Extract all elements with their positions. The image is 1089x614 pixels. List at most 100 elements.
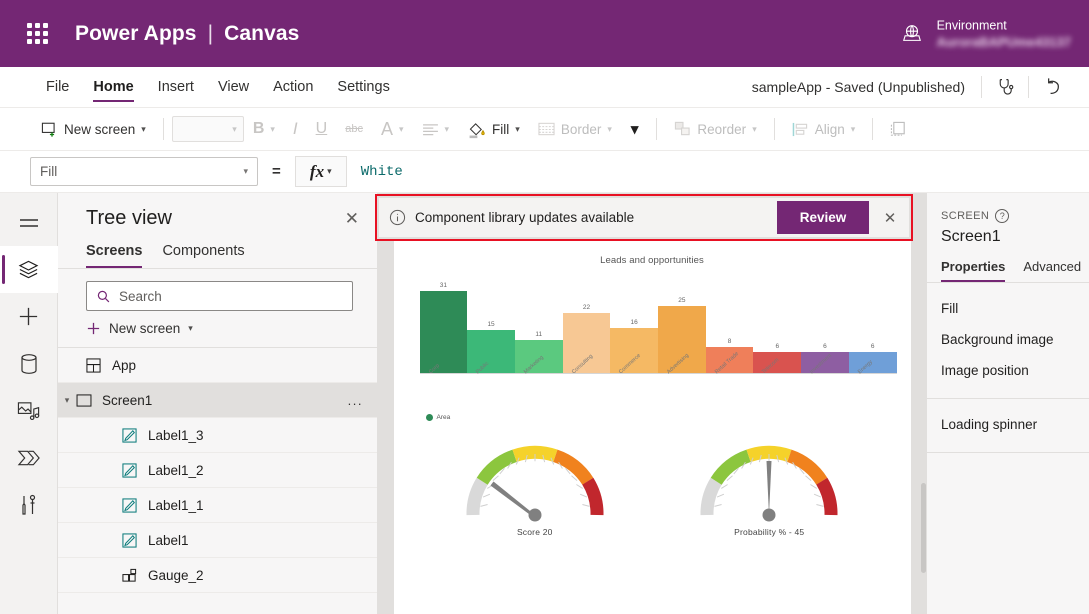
tree-item-screen1[interactable]: ▾ Screen1 ... xyxy=(58,383,377,418)
property-image-position[interactable]: Image position xyxy=(927,355,1089,386)
bold-button[interactable]: B ▾ xyxy=(244,114,284,144)
chevron-down-icon: ▾ xyxy=(444,123,450,134)
chevron-down-icon: ▾ xyxy=(327,166,332,176)
review-button[interactable]: Review xyxy=(777,201,869,234)
new-screen-tree-button[interactable]: New screen ▾ xyxy=(58,311,377,348)
label-icon xyxy=(122,427,148,443)
new-screen-button[interactable]: New screen ▾ xyxy=(32,114,155,144)
menu-item-file[interactable]: File xyxy=(34,67,81,107)
tab-screens[interactable]: Screens xyxy=(86,238,143,268)
app-checker-stethoscope-icon[interactable] xyxy=(982,70,1028,104)
property-background-image[interactable]: Background image xyxy=(927,324,1089,355)
text-align-button[interactable]: ▾ xyxy=(413,114,459,144)
canvas-scrollbar[interactable] xyxy=(921,483,926,573)
tree-item-overflow-button[interactable]: ... xyxy=(348,393,363,408)
canvas-area: Leads and opportunities 31 15 11 22 16 25 8 6 6 6… xyxy=(378,193,926,614)
tree-view-list: App ▾ Screen1 ... Label1_3 Label1_2 Labe… xyxy=(58,348,377,614)
toolbar-overflow-chevron-down-icon[interactable]: ▾ xyxy=(621,120,649,138)
studio-body: Tree view ✕ Screens Components Search Ne… xyxy=(0,193,1089,614)
property-select[interactable]: Fill ▾ xyxy=(30,157,258,186)
tree-view-panel: Tree view ✕ Screens Components Search Ne… xyxy=(58,193,378,614)
brand-name: Power Apps xyxy=(75,21,197,45)
properties-control-name: Screen1 xyxy=(941,228,1001,245)
tree-view-layers-icon[interactable] xyxy=(0,246,58,293)
environment-picker[interactable]: Environment AuroraBAPUme43137 xyxy=(901,18,1071,49)
tab-properties[interactable]: Properties xyxy=(941,256,1006,282)
menu-item-insert[interactable]: Insert xyxy=(146,67,206,107)
globe-icon xyxy=(901,23,923,45)
font-size-select[interactable]: ▾ xyxy=(171,116,244,142)
brand-title[interactable]: Power Apps | Canvas xyxy=(75,22,299,46)
search-input[interactable]: Search xyxy=(86,281,353,311)
tab-advanced[interactable]: Advanced xyxy=(1023,256,1081,282)
new-screen-label: New screen xyxy=(64,121,136,137)
close-icon[interactable]: ✕ xyxy=(345,210,359,227)
chevron-down-icon: ▾ xyxy=(270,123,275,134)
tree-item-app[interactable]: App xyxy=(58,348,377,383)
gauge-score[interactable]: Score 20 xyxy=(450,435,620,537)
notification-banner: Component library updates available Revi… xyxy=(378,197,910,238)
variables-tools-icon[interactable] xyxy=(0,481,58,528)
bar-value-label: 31 xyxy=(439,282,447,289)
property-loading-spinner[interactable]: Loading spinner xyxy=(927,409,1089,440)
search-placeholder: Search xyxy=(119,288,162,304)
chevron-down-icon: ▾ xyxy=(243,166,248,176)
properties-group-appearance: Fill Background image Image position xyxy=(927,283,1089,399)
bold-label: B xyxy=(252,120,265,137)
label-icon xyxy=(122,462,148,478)
legend-swatch-area xyxy=(425,414,433,421)
strikethrough-button[interactable]: abc xyxy=(336,114,372,144)
fill-button[interactable]: Fill ▾ xyxy=(458,114,529,144)
formula-bar: Fill ▾ = fx ▾ White xyxy=(0,151,1089,193)
menu-item-settings[interactable]: Settings xyxy=(325,67,401,107)
app-screen-canvas[interactable]: Leads and opportunities 31 15 11 22 16 25 8 6 6 6… xyxy=(393,240,911,614)
font-color-button[interactable]: A ▾ xyxy=(372,114,413,144)
label-icon xyxy=(122,497,148,513)
chevron-down-icon: ▾ xyxy=(850,123,856,134)
reorder-button[interactable]: Reorder ▾ xyxy=(665,114,765,144)
data-database-icon[interactable] xyxy=(0,340,58,387)
chevron-down-icon[interactable]: ▾ xyxy=(58,395,76,406)
tree-item-label1[interactable]: Label1 xyxy=(58,523,377,558)
divider xyxy=(162,118,164,140)
media-icon[interactable] xyxy=(0,387,58,434)
divider xyxy=(872,118,874,140)
chart-title: Leads and opportunities xyxy=(600,255,704,266)
tree-item-label: Label1_1 xyxy=(148,497,204,513)
fx-button[interactable]: fx ▾ xyxy=(294,156,347,187)
group-button[interactable] xyxy=(881,114,917,144)
tab-components[interactable]: Components xyxy=(162,238,244,268)
tree-item-label1_2[interactable]: Label1_2 xyxy=(58,453,377,488)
insert-plus-icon[interactable] xyxy=(0,293,58,340)
italic-button[interactable]: I xyxy=(284,114,307,144)
align-label: Align xyxy=(814,121,845,137)
chevron-down-icon: ▾ xyxy=(607,123,612,134)
property-fill[interactable]: Fill xyxy=(927,293,1089,324)
app-launcher-icon[interactable] xyxy=(15,12,59,56)
chevron-down-icon: ▾ xyxy=(232,123,237,134)
hamburger-menu-icon[interactable] xyxy=(0,199,58,246)
gauge-probability-caption: Probability % - 45 xyxy=(734,527,805,537)
align-button[interactable]: Align ▾ xyxy=(783,114,865,144)
undo-arrow-icon[interactable] xyxy=(1029,70,1075,104)
help-circle-icon[interactable]: ? xyxy=(995,209,1010,223)
plus-icon xyxy=(87,322,100,335)
gauge-probability[interactable]: Probability % - 45 xyxy=(684,435,854,537)
power-automate-flow-icon[interactable] xyxy=(0,434,58,481)
border-button[interactable]: Border ▾ xyxy=(529,114,621,144)
gauge-score-needle xyxy=(490,481,542,522)
tree-view-search-wrap: Search xyxy=(58,269,377,311)
notification-message: Component library updates available xyxy=(415,210,635,225)
close-icon[interactable]: ✕ xyxy=(871,197,909,238)
underline-button[interactable]: U xyxy=(307,114,337,144)
tree-item-label1_3[interactable]: Label1_3 xyxy=(58,418,377,453)
tree-item-gauge_2[interactable]: Gauge_2 xyxy=(58,558,377,593)
tree-item-label: Label1_3 xyxy=(148,427,204,443)
menu-item-view[interactable]: View xyxy=(206,67,261,107)
search-icon xyxy=(97,290,110,302)
menu-item-home[interactable]: Home xyxy=(81,67,145,107)
tree-item-label1_1[interactable]: Label1_1 xyxy=(58,488,377,523)
formula-input[interactable]: White xyxy=(347,151,1089,193)
menu-item-action[interactable]: Action xyxy=(261,67,325,107)
app-save-status: sampleApp - Saved (Unpublished) xyxy=(751,79,965,95)
